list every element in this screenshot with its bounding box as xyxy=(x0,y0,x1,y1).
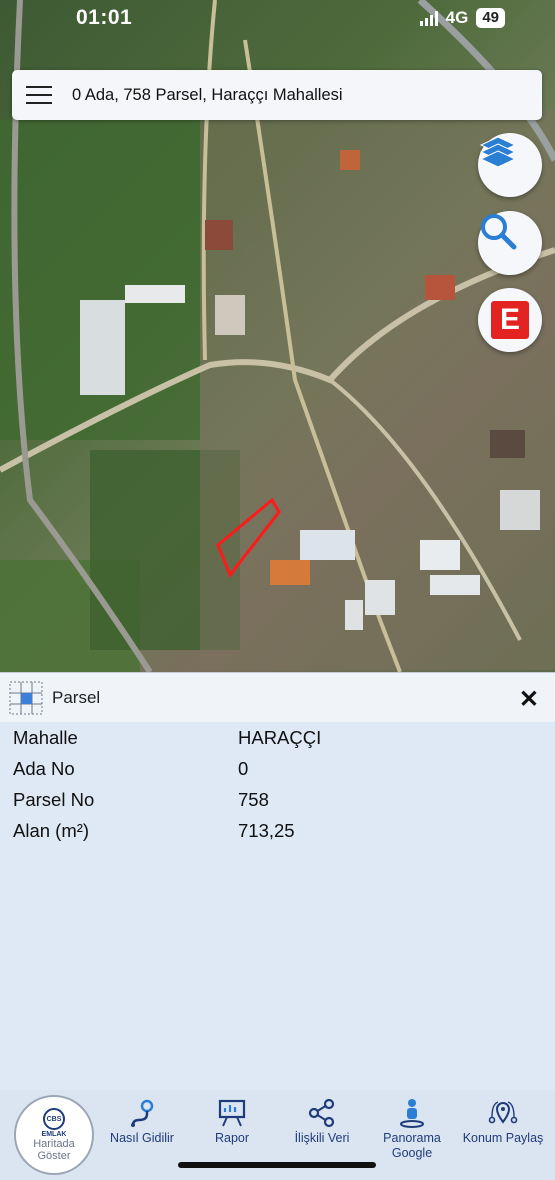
nav-rapor[interactable]: Rapor xyxy=(189,1098,275,1146)
route-icon xyxy=(131,1099,154,1127)
layers-icon xyxy=(479,136,517,168)
info-key: Alan (m²) xyxy=(13,819,90,841)
parcel-info-table: Mahalle HARAÇÇI Ada No 0 Parsel No 758 A… xyxy=(0,722,555,846)
info-row-alan: Alan (m²) 713,25 xyxy=(0,815,555,846)
home-indicator[interactable] xyxy=(178,1162,376,1168)
haritada-goster-button[interactable]: CBS EMLAK Haritada Göster xyxy=(14,1095,94,1175)
info-key: Parsel No xyxy=(13,788,95,810)
info-row-mahalle: Mahalle HARAÇÇI xyxy=(0,722,555,753)
e-devlet-button[interactable]: E xyxy=(478,288,542,352)
location-share-icon xyxy=(488,1101,518,1124)
panel-title: Parsel xyxy=(52,687,101,707)
info-row-ada: Ada No 0 xyxy=(0,753,555,784)
cbs-emblem-icon: CBS xyxy=(43,1108,65,1130)
nav-panorama-google[interactable]: Panorama Google xyxy=(369,1098,455,1161)
parcel-grid-icon xyxy=(9,681,43,714)
network-type: 4G xyxy=(445,8,469,27)
nav-iliskili-veri[interactable]: İlişkili Veri xyxy=(279,1098,365,1146)
street-view-icon xyxy=(400,1099,424,1128)
nav-label: Konum Paylaş xyxy=(462,1131,544,1145)
info-row-parsel: Parsel No 758 xyxy=(0,784,555,815)
nav-konum-paylas[interactable]: Konum Paylaş xyxy=(460,1098,546,1146)
status-indicators: 4G 49 xyxy=(419,8,505,28)
nav-label: İlişkili Veri xyxy=(294,1131,350,1145)
menu-icon[interactable] xyxy=(26,86,52,104)
report-icon xyxy=(218,1099,246,1127)
status-bar: 01:01 4G 49 xyxy=(0,0,555,38)
map-search-button[interactable] xyxy=(478,211,542,275)
e-logo-icon: E xyxy=(491,301,529,339)
battery-indicator: 49 xyxy=(476,8,505,28)
search-icon xyxy=(481,214,517,250)
logo-line-1: Haritada xyxy=(33,1138,75,1150)
info-key: Mahalle xyxy=(13,726,78,748)
logo-brand: EMLAK xyxy=(41,1131,67,1138)
signal-icon xyxy=(419,10,438,26)
status-time: 01:01 xyxy=(76,6,133,29)
nav-label: Nasıl Gidilir xyxy=(110,1131,174,1145)
nav-label: Panorama Google xyxy=(383,1131,441,1160)
info-value: HARAÇÇI xyxy=(238,726,322,748)
logo-line-2: Göster xyxy=(37,1150,71,1162)
info-value: 713,25 xyxy=(238,819,295,841)
info-value: 0 xyxy=(238,757,249,779)
search-bar[interactable]: 0 Ada, 758 Parsel, Haraççı Mahallesi xyxy=(12,70,542,120)
nav-label: Rapor xyxy=(214,1131,250,1145)
panel-header: Parsel ✕ xyxy=(0,672,555,722)
close-button[interactable]: ✕ xyxy=(519,685,539,714)
layers-button[interactable] xyxy=(478,133,542,197)
nav-nasil-gidilir[interactable]: Nasıl Gidilir xyxy=(99,1098,185,1146)
search-text[interactable]: 0 Ada, 758 Parsel, Haraççı Mahallesi xyxy=(72,86,343,105)
info-value: 758 xyxy=(238,788,269,810)
satellite-map[interactable]: 01:01 4G 49 0 Ada, 758 Parsel, Haraççı M… xyxy=(0,0,555,672)
share-icon xyxy=(308,1098,335,1128)
info-key: Ada No xyxy=(13,757,75,779)
